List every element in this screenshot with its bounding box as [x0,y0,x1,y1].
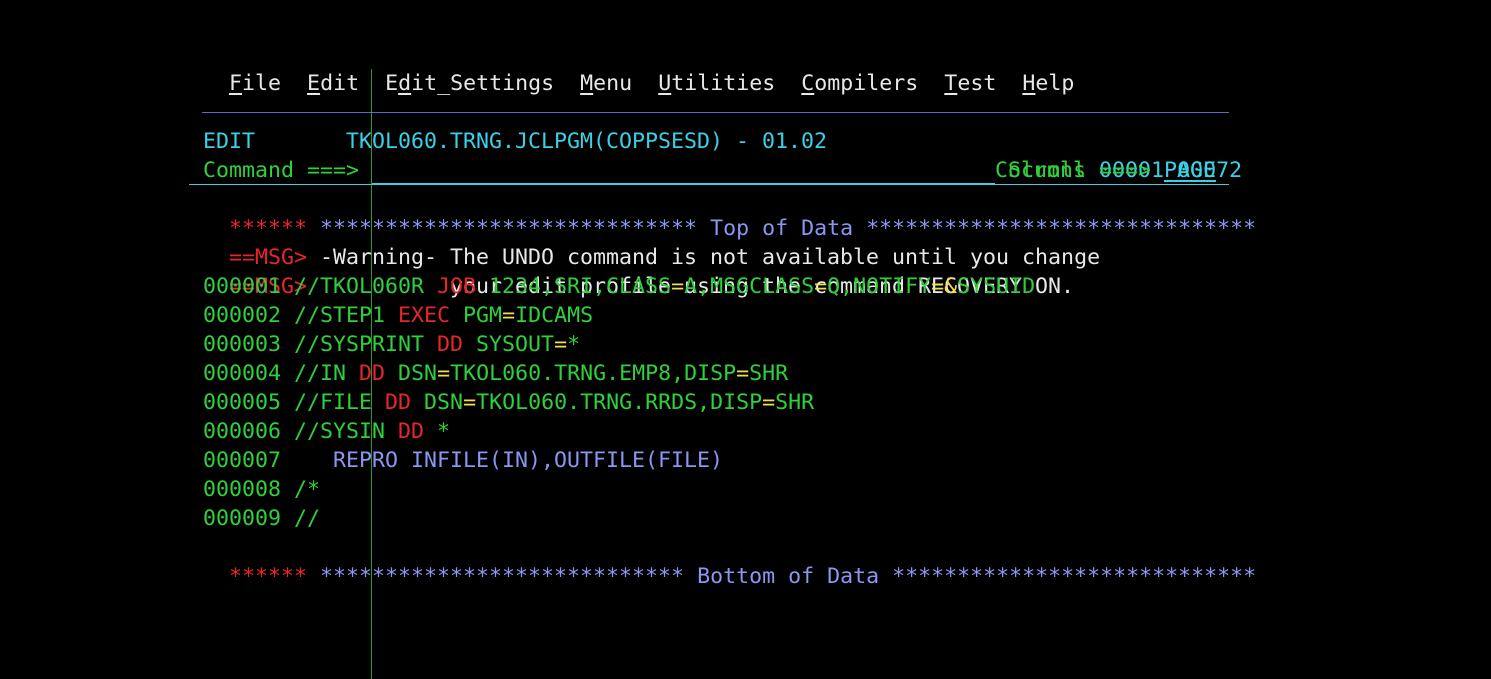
bottom-marker-prefix: ****** [229,564,308,589]
bottom-marker-stars-left: **************************** [320,564,685,589]
message-line: ==MSG> your edit profile using the comma… [203,243,1074,299]
source-line[interactable]: 000001 //TKOL060R JOB 1234,SRI,CLASS=A,M… [203,272,1035,301]
line-number[interactable]: 000005 [203,390,281,415]
bottom-marker-stars-right: **************************** [892,564,1257,589]
source-token: DSN [411,390,464,415]
source-token: = [502,303,516,328]
cursor-column-line [371,69,372,679]
columns-indicator: Columns 00001 00072 [969,127,1242,183]
source-token: /* [281,477,321,502]
source-token: PGM [450,303,503,328]
source-token: //FILE [281,390,386,415]
source-token: = [814,274,828,299]
line-number[interactable]: 000002 [203,303,281,328]
menu-item[interactable]: Compilers [801,71,918,96]
source-token: Q,NOTIFY [827,274,932,299]
source-line[interactable]: 000007 REPRO INFILE(IN),OUTFILE(FILE) [203,446,723,475]
source-token: DD [398,419,425,444]
source-line[interactable]: 000002 //STEP1 EXEC PGM=IDCAMS [203,301,593,330]
source-token: TKOL060.TRNG.EMP8,DISP [450,361,737,386]
source-token: DD [359,361,386,386]
source-token: = [463,390,477,415]
source-line[interactable]: 000006 //SYSIN DD * [203,417,450,446]
source-token: =& [931,274,958,299]
line-number[interactable]: 000003 [203,332,281,357]
source-token: = [671,274,685,299]
menu-item[interactable]: Edit [307,71,359,96]
source-token: //SYSPRINT [281,332,438,357]
source-token: = [554,332,568,357]
source-token: DD [385,390,412,415]
source-token: JOB [437,274,477,299]
source-line[interactable]: 000004 //IN DD DSN=TKOL060.TRNG.EMP8,DIS… [203,359,788,388]
menu-item[interactable]: Edit_Settings [385,71,554,96]
source-token: DSN [385,361,438,386]
command-label: Command ===> [203,158,360,183]
source-token: * [424,419,451,444]
source-token: = [437,361,451,386]
source-token: SHR [749,361,789,386]
source-token: REPRO INFILE(IN),OUTFILE(FILE) [281,448,724,473]
source-line[interactable]: 000003 //SYSPRINT DD SYSOUT=* [203,330,580,359]
source-token: 1234,SRI,CLASS [476,274,672,299]
line-number[interactable]: 000007 [203,448,281,473]
source-token: //IN [281,361,360,386]
menu-bar: File Edit Edit_Settings Menu Utilities C… [229,69,1074,98]
source-line[interactable]: 000005 //FILE DD DSN=TKOL060.TRNG.RRDS,D… [203,388,814,417]
menu-item[interactable]: Help [1022,71,1074,96]
source-token: IDCAMS [515,303,594,328]
source-token: EXEC [398,303,451,328]
menu-item[interactable]: Utilities [658,71,775,96]
source-token: SYSOUT [463,332,555,357]
source-token: //SYSIN [281,419,399,444]
source-token: = [736,361,750,386]
line-number[interactable]: 000009 [203,506,281,531]
source-token: //STEP1 [281,303,399,328]
message-line: ==MSG> -Warning- The UNDO command is not… [203,214,1100,270]
menu-separator [202,112,1229,113]
menu-item[interactable]: Menu [580,71,632,96]
source-token: TKOL060.TRNG.RRDS,DISP [476,390,763,415]
edit-mode-label: EDIT [203,129,256,154]
bottom-marker-text: Bottom of Data [684,564,893,589]
bottom-of-data-marker: ****** **************************** Bott… [203,533,1256,589]
line-number[interactable]: 000006 [203,419,281,444]
source-token: SHR [775,390,815,415]
line-number[interactable]: 000008 [203,477,281,502]
command-input[interactable] [372,161,995,184]
source-token: // [281,506,321,531]
source-line[interactable]: 000008 /* [203,475,320,504]
top-of-data-marker: ****** ***************************** Top… [203,185,1256,241]
source-token: //TKOL060R [281,274,438,299]
dataset-name: TKOL060.TRNG.JCLPGM(COPPSESD) - 01.02 [346,129,828,154]
menu-item[interactable]: Test [944,71,996,96]
source-line[interactable]: 000009 // [203,504,320,533]
scroll-amount-field[interactable]: PAGE [1164,156,1216,185]
menu-item[interactable]: File [229,71,281,96]
source-token: DD [437,332,464,357]
source-token: A,MSGCLASS [684,274,815,299]
source-token: = [762,390,776,415]
line-number[interactable]: 000001 [203,274,281,299]
source-token: * [567,332,581,357]
scroll-label: Scroll ===> [1008,158,1152,183]
source-token: SYSUID [957,274,1036,299]
line-number[interactable]: 000004 [203,361,281,386]
